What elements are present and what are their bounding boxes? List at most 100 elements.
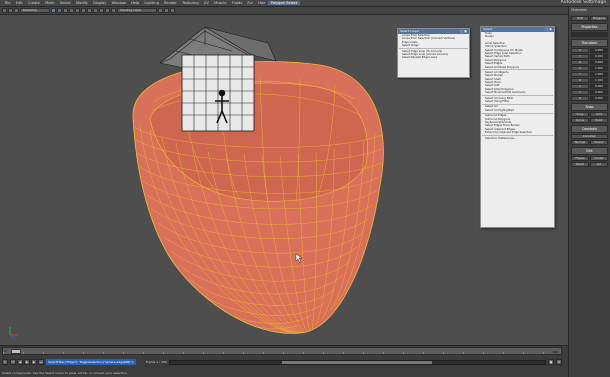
tab-edit[interactable]: Edit — [571, 16, 589, 21]
section-snap[interactable]: Snap — [571, 103, 608, 111]
snap-grid-icon[interactable] — [87, 8, 92, 13]
transform-value[interactable]: 0.000 — [590, 84, 608, 89]
menu-file[interactable]: File — [2, 1, 13, 5]
main-toolbar: Modeling Shading Layer — [0, 7, 568, 15]
section-constrain[interactable]: Constrain — [571, 125, 608, 133]
reset-button[interactable]: Reset — [571, 162, 589, 167]
current-frame-field[interactable]: 1 — [2, 359, 8, 365]
play-icon[interactable]: ▶ — [24, 359, 30, 365]
command-line[interactable]: SelectFilter("Edge"); ToggleSelection("s… — [46, 359, 136, 365]
lasso-tool-icon[interactable] — [57, 8, 62, 13]
menu-item[interactable]: Select Rings — [398, 44, 469, 47]
menu-create[interactable]: Create — [25, 1, 42, 5]
menu-fur[interactable]: Fur — [245, 1, 256, 5]
step-back-icon[interactable]: ◀ — [17, 359, 23, 365]
open-scene-icon[interactable] — [8, 8, 13, 13]
freeze-button[interactable]: Freeze — [571, 156, 589, 161]
step-forward-icon[interactable]: ▶ — [31, 359, 37, 365]
save-scene-icon[interactable] — [14, 8, 19, 13]
transform-value[interactable]: 0.000 — [590, 48, 608, 53]
auto-key-icon[interactable]: ● — [548, 359, 554, 365]
layer-field[interactable]: Shading Layer — [117, 8, 157, 13]
move-tool-icon[interactable] — [69, 8, 74, 13]
snap-curve-button[interactable]: Curve — [571, 118, 589, 123]
section-properties[interactable]: Properties — [571, 23, 608, 31]
constrain-button[interactable]: Constrain — [571, 134, 608, 139]
new-scene-icon[interactable] — [2, 8, 7, 13]
snap-point-icon[interactable] — [99, 8, 104, 13]
transform-value[interactable]: 0.000 — [590, 90, 608, 95]
snap-point-button[interactable]: Point — [590, 118, 608, 123]
snap-curve-icon[interactable] — [93, 8, 98, 13]
scale-tool-icon[interactable] — [81, 8, 86, 13]
paint-tool-icon[interactable] — [63, 8, 68, 13]
right-panel: Channels Edit Polygons Properties Transf… — [568, 7, 610, 377]
cut-button[interactable]: Cut — [590, 162, 608, 167]
menu-render[interactable]: Render — [161, 1, 179, 5]
transform-value[interactable]: 0.000 — [590, 96, 608, 101]
normal-button[interactable]: Normal — [571, 140, 589, 145]
menu-muscle[interactable]: Muscle — [212, 1, 230, 5]
axis-label: Z — [571, 96, 589, 101]
anim-prefs-icon[interactable]: ⚙ — [556, 359, 562, 365]
parent-button[interactable]: Parent — [590, 140, 608, 145]
select-menu: Select ▢ ▣ Tools Modes Grow Selection Shr… — [480, 26, 555, 228]
snap-grid-button[interactable]: Grid — [590, 112, 608, 117]
menu-item[interactable]: Select Parallel Edge Loops — [398, 56, 469, 59]
section-edit[interactable]: Edit — [571, 147, 608, 155]
menu-help[interactable]: Help — [128, 1, 141, 5]
section-transform[interactable]: Transform — [571, 39, 608, 47]
timeline[interactable]: 1 100 — [2, 347, 562, 355]
menu-item[interactable]: Select All Mixed Polygons — [481, 66, 554, 69]
axis-label: X — [571, 66, 589, 71]
menu-hair[interactable]: Hair — [256, 1, 269, 5]
menu-modify[interactable]: Modify — [73, 1, 90, 5]
display-textured-icon[interactable] — [170, 8, 175, 13]
menu-item[interactable]: Selection Preferences... — [481, 137, 554, 140]
timeline-start: 1 — [4, 349, 6, 353]
menu-edit[interactable]: Edit — [13, 1, 25, 5]
app-brand: Autodesk Softimage — [560, 0, 606, 5]
display-shaded-icon[interactable] — [164, 8, 169, 13]
transform-value[interactable]: 1.000 — [590, 72, 608, 77]
rotate-tool-icon[interactable] — [75, 8, 80, 13]
menu-select[interactable]: Select — [57, 1, 73, 5]
right-panel-head: Channels — [569, 7, 610, 15]
transform-value[interactable]: 1.000 — [590, 66, 608, 71]
menu-item[interactable]: Extend by Adjacent Edge Selection — [481, 131, 554, 134]
menu-texturing[interactable]: Texturing — [179, 1, 201, 5]
menu-item[interactable]: Select Using Filter — [481, 100, 554, 103]
menu-bar: File Edit Create Mesh Select Modify Disp… — [0, 0, 610, 7]
range-slider[interactable] — [168, 359, 546, 365]
menu-uv[interactable]: UV — [201, 1, 211, 5]
menu-window[interactable]: Window — [109, 1, 128, 5]
ipr-render-icon[interactable] — [111, 8, 116, 13]
transform-value[interactable]: 0.000 — [590, 60, 608, 65]
timeline-ticks — [3, 352, 561, 354]
menu-fluids[interactable]: Fluids — [229, 1, 245, 5]
goto-start-icon[interactable]: ⏮ — [10, 359, 16, 365]
menu-mesh[interactable]: Mesh — [43, 1, 58, 5]
snap-button[interactable]: Snap — [571, 112, 589, 117]
3d-viewport[interactable]: Select Loops ▢ ▣ Loops from Selection Loo… — [0, 15, 568, 345]
goto-end-icon[interactable]: ⏭ — [38, 359, 44, 365]
help-line: Select components. Use the Select menu t… — [2, 371, 128, 375]
range-slider-knob[interactable] — [282, 360, 433, 364]
axis-label: X — [571, 48, 589, 53]
menu-item[interactable]: Select All Highlighted — [481, 109, 554, 112]
center-button[interactable]: Center — [590, 156, 608, 161]
transform-value[interactable]: 0.000 — [590, 54, 608, 59]
menu-display[interactable]: Display — [91, 1, 109, 5]
select-tool-icon[interactable] — [51, 8, 56, 13]
transform-value[interactable]: 1.000 — [590, 78, 608, 83]
workspace-field[interactable]: Modeling — [20, 8, 50, 13]
axis-label: Y — [571, 54, 589, 59]
render-icon[interactable] — [105, 8, 110, 13]
menu-lighting[interactable]: Lighting — [142, 1, 162, 5]
menu-item[interactable]: Select Nonmanifold Geometry — [481, 91, 554, 94]
display-wire-icon[interactable] — [158, 8, 163, 13]
timeline-playhead[interactable] — [11, 349, 21, 354]
frame-info: Frame 1 / 100 — [146, 360, 167, 364]
menu-polygon-select[interactable]: Polygon Select — [268, 1, 300, 5]
tab-polygons[interactable]: Polygons — [590, 16, 608, 21]
